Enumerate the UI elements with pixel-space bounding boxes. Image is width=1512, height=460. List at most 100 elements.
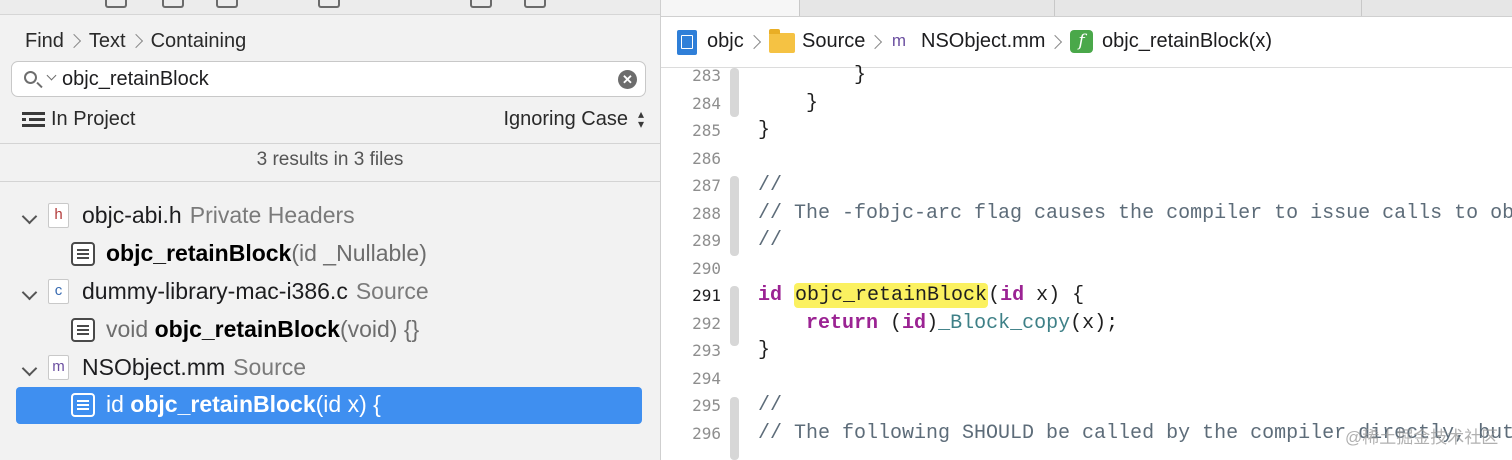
result-file-name: NSObject.mm [82, 354, 226, 380]
breakpoint-navigator-icon[interactable] [524, 0, 546, 8]
xcode-project-icon [677, 30, 697, 55]
chevron-right-icon [1047, 34, 1063, 50]
line-number-gutter: 283 284 285 286 287 288 289 290 291 292 293 294 295 2… [661, 66, 721, 460]
search-field[interactable]: ✕ [11, 61, 646, 97]
search-match-highlight: objc_retainBlock [794, 283, 989, 308]
line-number: 285 [692, 121, 721, 140]
search-scope-button[interactable]: In Project [51, 108, 135, 131]
jump-bar-symbol[interactable]: objc_retainBlock(x) [1102, 30, 1272, 53]
tab[interactable] [799, 0, 1040, 16]
result-file-row[interactable]: c dummy-library-mac-i386.c Source [0, 275, 660, 311]
jump-bar-file[interactable]: NSObject.mm [921, 30, 1045, 53]
chevron-down-icon[interactable] [46, 70, 57, 81]
source-control-icon[interactable] [162, 0, 184, 8]
match-symbol: objc_retainBlock [130, 391, 316, 417]
tab[interactable] [1054, 0, 1355, 16]
code-line[interactable]: } [758, 117, 770, 145]
watermark: @稀土掘金技术社区 [1345, 428, 1499, 447]
popup-arrows-icon[interactable]: ▴ ▾ [636, 108, 646, 130]
search-input[interactable] [62, 66, 602, 92]
project-navigator-icon[interactable] [105, 0, 127, 8]
line-number: 291 [692, 286, 721, 305]
chevron-right-icon [66, 33, 81, 49]
jump-bar-project[interactable]: objc [707, 30, 744, 53]
match-prefix: void [106, 316, 155, 342]
text-match-icon [71, 242, 95, 266]
code-line[interactable]: // The -fobjc-arc flag causes the compil… [758, 200, 1512, 228]
clear-search-icon[interactable]: ✕ [618, 70, 637, 89]
line-number: 295 [692, 396, 721, 415]
code-line[interactable]: // [758, 227, 782, 255]
code-line[interactable]: } [758, 90, 818, 118]
c-file-icon: c [48, 279, 69, 304]
symbol-navigator-icon[interactable] [216, 0, 238, 8]
search-scope-icon[interactable] [22, 112, 45, 128]
disclosure-triangle-icon[interactable] [21, 360, 38, 377]
source-editor: objc Source m NSObject.mm f objc_retainB… [661, 0, 1512, 460]
folder-icon [769, 29, 795, 53]
chevron-right-icon [128, 33, 143, 49]
result-file-row[interactable]: h objc-abi.h Private Headers [0, 199, 660, 235]
line-number: 292 [692, 313, 721, 333]
divider [0, 143, 660, 144]
header-file-icon: h [48, 203, 69, 228]
divider [0, 181, 660, 182]
search-icon[interactable] [24, 71, 37, 84]
tab-active[interactable] [661, 0, 799, 16]
result-match-row[interactable]: void objc_retainBlock(void) {} [16, 312, 642, 349]
case-sensitivity-popup[interactable]: Ignoring Case [503, 108, 628, 131]
result-file-group: Private Headers [189, 202, 355, 228]
line-number: 283 [692, 66, 721, 85]
search-options-row: In Project Ignoring Case ▴ ▾ [22, 106, 646, 134]
disclosure-triangle-icon[interactable] [21, 284, 38, 301]
tab-bar [661, 0, 1512, 17]
find-mode-find[interactable]: Find [25, 30, 64, 53]
text-match-icon [71, 318, 95, 342]
jump-bar-folder[interactable]: Source [802, 30, 865, 53]
match-suffix: (void) {} [339, 316, 420, 342]
results-summary: 3 results in 3 files [256, 149, 404, 170]
jump-bar: objc Source m NSObject.mm f objc_retainB… [661, 17, 1512, 68]
line-number: 287 [692, 176, 721, 195]
match-suffix: (id _Nullable) [291, 240, 427, 266]
code-line[interactable]: // [758, 172, 782, 200]
result-file-name: dummy-library-mac-i386.c [82, 278, 348, 304]
result-file-name: objc-abi.h [82, 202, 182, 228]
line-number: 286 [692, 148, 721, 168]
result-match-row-selected[interactable]: id objc_retainBlock(id x) { [16, 387, 642, 424]
objc-file-icon: m [891, 31, 907, 50]
line-number: 289 [692, 231, 721, 250]
disclosure-triangle-icon[interactable] [21, 208, 38, 225]
find-mode-containing[interactable]: Containing [151, 30, 247, 53]
result-file-row[interactable]: m NSObject.mm Source [0, 351, 660, 387]
objc-file-icon: m [48, 355, 69, 380]
tab[interactable] [1361, 0, 1512, 16]
find-mode-breadcrumb: Find Text Containing [25, 28, 246, 54]
text-match-icon [71, 393, 95, 417]
find-navigator: Find Text Containing ✕ In Project Ignori… [0, 0, 660, 460]
code-line[interactable]: } [758, 62, 866, 90]
match-suffix: (id x) { [315, 391, 381, 417]
chevron-right-icon [746, 34, 762, 50]
line-number: 294 [692, 368, 721, 388]
line-number: 288 [692, 203, 721, 223]
result-match-row[interactable]: objc_retainBlock(id _Nullable) [16, 236, 642, 273]
function-icon: f [1070, 30, 1093, 53]
debug-navigator-icon[interactable] [470, 0, 492, 8]
match-prefix: id [106, 391, 131, 417]
code-line[interactable]: id objc_retainBlock(id x) { [758, 282, 1084, 310]
code-line[interactable]: // [758, 392, 782, 420]
code-line[interactable]: } [758, 337, 770, 365]
issue-navigator-icon[interactable] [318, 0, 340, 8]
line-number: 284 [692, 93, 721, 113]
navigator-toolbar [0, 0, 660, 15]
chevron-right-icon [867, 34, 883, 50]
find-mode-text[interactable]: Text [89, 30, 126, 53]
result-file-group: Source [233, 354, 307, 380]
match-symbol: objc_retainBlock [106, 240, 292, 266]
match-symbol: objc_retainBlock [154, 316, 340, 342]
code-line[interactable]: return (id)_Block_copy(x); [758, 310, 1118, 338]
code-area[interactable]: } }}//// The -fobjc-arc flag causes the … [758, 64, 1512, 460]
line-number: 293 [692, 341, 721, 360]
line-number: 290 [692, 258, 721, 278]
